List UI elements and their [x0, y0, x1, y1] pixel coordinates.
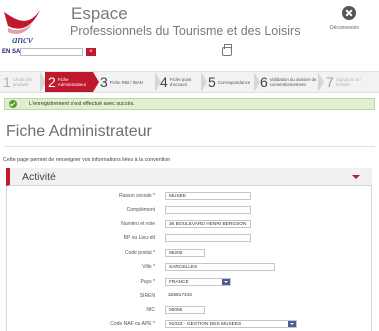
- chevron-down-icon: [288, 321, 296, 327]
- ancv-logo: ancv: [4, 10, 40, 46]
- step-6[interactable]: 6 Validation du dossier de conventionnem…: [260, 72, 318, 92]
- app-header: ancv Espace Professionnels du Tourisme e…: [0, 0, 379, 60]
- step-3[interactable]: 3 Fiche RIB / IBAN: [100, 72, 156, 92]
- form-row-ville: Ville * SARCELLES: [0, 263, 379, 273]
- page-title: Fiche Administrateur: [6, 123, 152, 140]
- success-banner: L'enregistrement s'est effectué avec suc…: [4, 98, 375, 110]
- step-2[interactable]: 2 Fiche Administrateur: [45, 72, 93, 92]
- section-header[interactable]: Activité: [6, 168, 372, 186]
- chevron-down-icon: [222, 279, 230, 285]
- siren-value: 325817442: [168, 293, 193, 298]
- chevron-down-icon[interactable]: [352, 175, 360, 179]
- pays-select[interactable]: FRANCE: [165, 278, 231, 286]
- brand-subtitle: Professionnels du Tourisme et des Loisir…: [70, 24, 301, 38]
- logout-link[interactable]: Déconnexion: [330, 25, 359, 31]
- code-naf-select[interactable]: 9102Z - GESTION DES MUSEES: [165, 320, 297, 328]
- step-7[interactable]: 7 Signature du dossier: [326, 72, 376, 92]
- form-row-siren: SIREN 325817442: [139, 293, 193, 299]
- step-separator: [318, 72, 324, 92]
- form-row-nic: NIC 00055: [0, 306, 379, 316]
- step-1[interactable]: 1 Choix des produits: [3, 72, 41, 92]
- form-row-raison-sociale: Raison sociale * MUSEE: [0, 192, 379, 202]
- form-row-code-postal: Code postal * 95200: [0, 249, 379, 259]
- code-postal-input[interactable]: 95200: [165, 249, 205, 257]
- raison-sociale-input[interactable]: MUSEE: [165, 192, 251, 200]
- step-4[interactable]: 4 Fiche point d'accueil: [160, 72, 200, 92]
- form-row-pays: Pays * FRANCE: [0, 278, 379, 288]
- check-circle-icon: [9, 100, 17, 108]
- step-5[interactable]: 5 Correspondance: [208, 72, 258, 92]
- ville-input[interactable]: SARCELLES: [165, 263, 275, 271]
- divider: [4, 146, 375, 147]
- brand-title: Espace: [71, 4, 128, 23]
- step-separator: [93, 72, 99, 92]
- form-row-code-naf: Code NAF ou APE * 9102Z - GESTION DES MU…: [0, 320, 379, 330]
- saisie-input[interactable]: [20, 48, 83, 56]
- clear-button[interactable]: ×: [86, 48, 96, 56]
- form-row-numero-voie: Numéro et voie 36 BOULEVARD HENRI BERGSO…: [0, 220, 379, 230]
- svg-text:ancv: ancv: [12, 34, 33, 46]
- numero-voie-input[interactable]: 36 BOULEVARD HENRI BERGSON: [165, 220, 251, 228]
- section-title: Activité: [22, 171, 56, 183]
- form-row-complement: Complément: [0, 206, 379, 216]
- complement-input[interactable]: [165, 206, 251, 214]
- intro-text: Cette page permet de renseigner vos info…: [3, 157, 171, 163]
- form-row-bp: BP ou Lieu-dit: [0, 234, 379, 244]
- step-separator: [201, 72, 207, 92]
- progress-stepper: 1 Choix des produits 2 Fiche Administrat…: [0, 71, 379, 93]
- bp-lieu-dit-input[interactable]: [165, 234, 251, 242]
- logout-icon[interactable]: [342, 6, 356, 20]
- nic-input[interactable]: 00055: [165, 306, 205, 314]
- print-icon[interactable]: [222, 44, 232, 56]
